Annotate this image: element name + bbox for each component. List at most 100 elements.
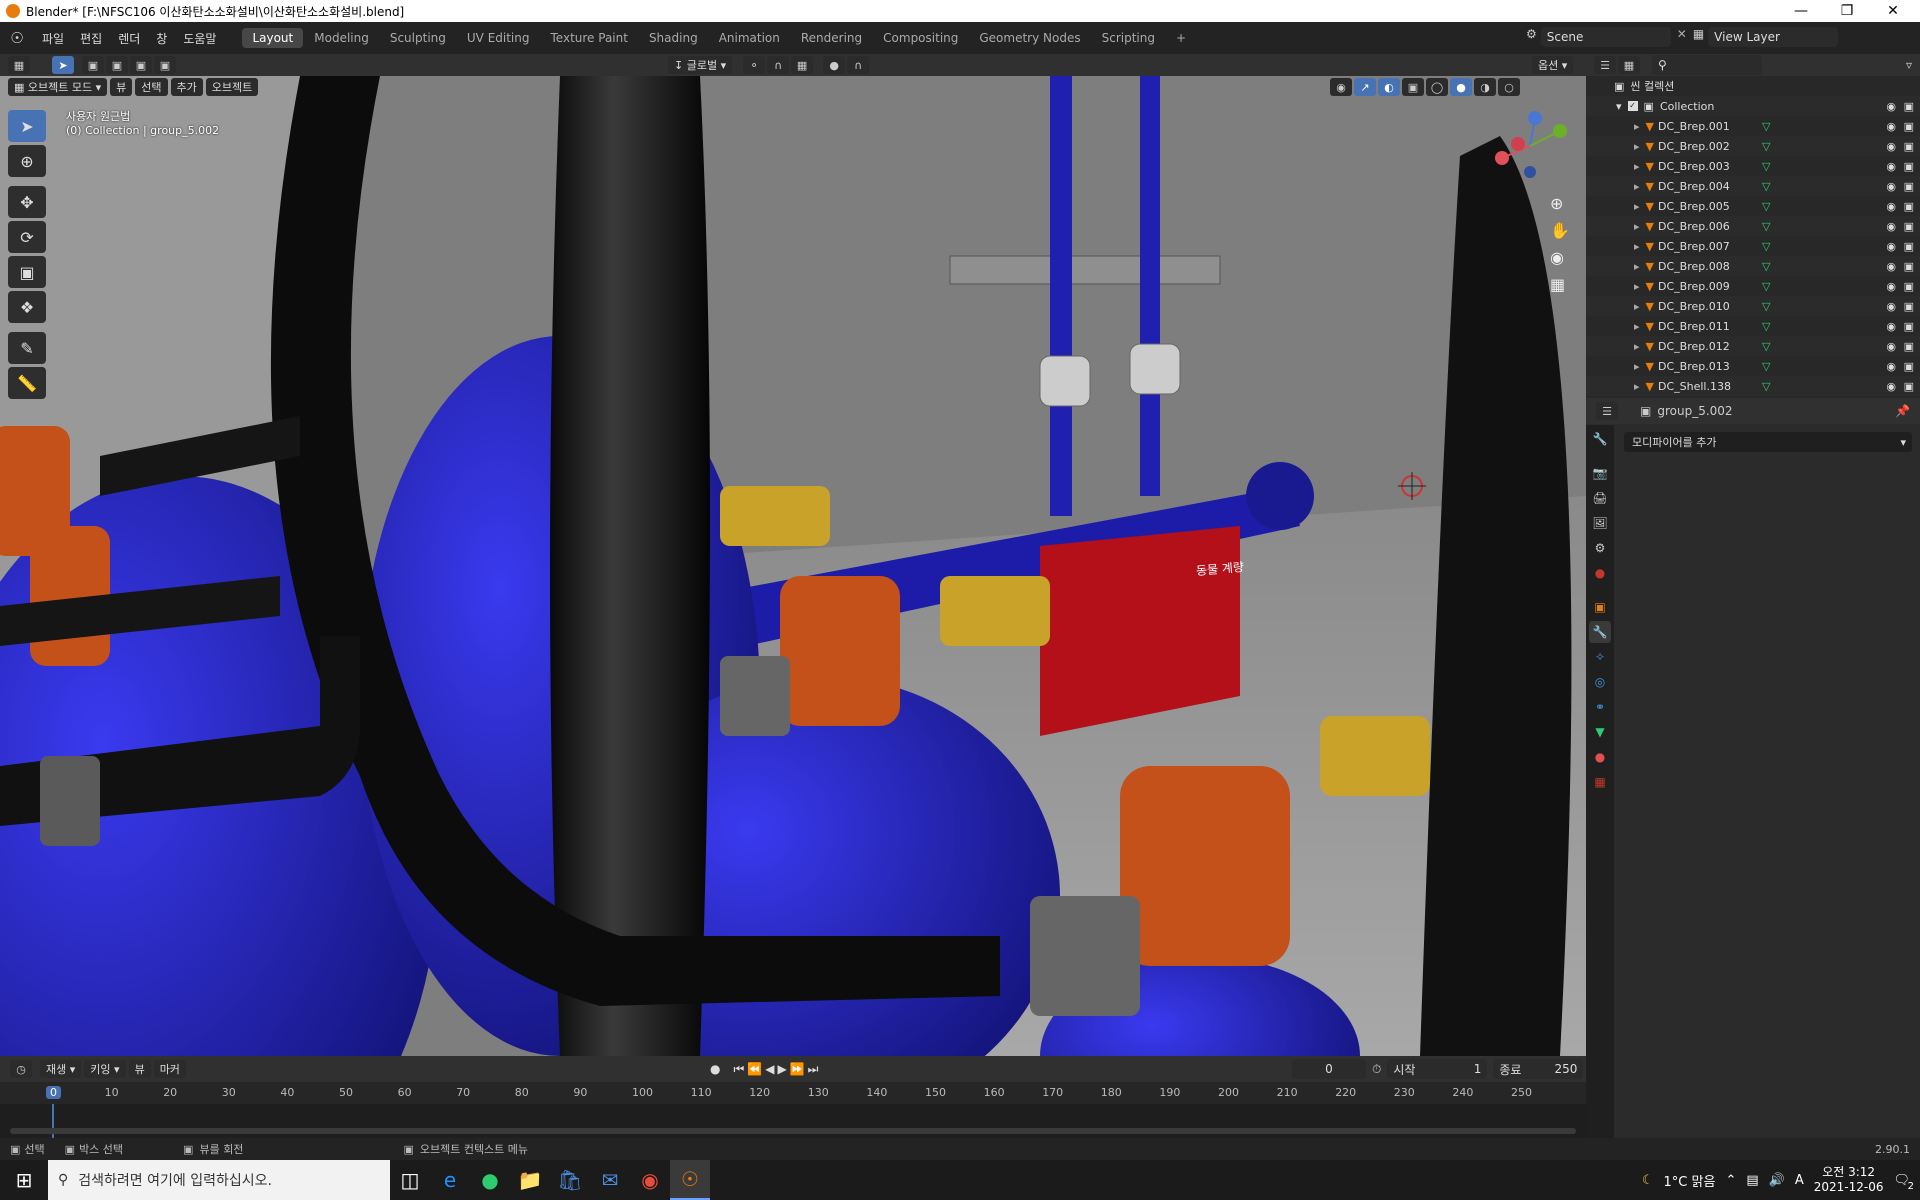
internet-explorer-icon[interactable]: e bbox=[430, 1160, 470, 1200]
tray-chevron-icon[interactable]: ⌃ bbox=[1725, 1173, 1736, 1188]
taskbar-search-input[interactable]: ⚲ 검색하려면 여기에 입력하십시오. bbox=[48, 1160, 390, 1200]
grid-perspective-icon[interactable]: ▦ bbox=[1550, 275, 1570, 294]
camera-render-icon[interactable]: ▣ bbox=[1904, 220, 1914, 233]
annotate-tool-icon[interactable]: ✎ bbox=[8, 332, 46, 364]
camera-render-icon[interactable]: ▣ bbox=[1904, 360, 1914, 373]
camera-render-icon[interactable]: ▣ bbox=[1904, 140, 1914, 153]
camera-render-icon[interactable]: ▣ bbox=[1904, 100, 1914, 113]
weather-text[interactable]: 1°C 맑음 bbox=[1664, 1171, 1716, 1190]
menu-view[interactable]: 뷰 bbox=[110, 78, 133, 96]
camera-render-icon[interactable]: ▣ bbox=[1904, 260, 1914, 273]
particles-tab-icon[interactable]: ✧ bbox=[1589, 646, 1611, 668]
expand-arrow-icon[interactable]: ▸ bbox=[1634, 140, 1640, 153]
scene-field[interactable]: Scene bbox=[1540, 27, 1671, 47]
expand-arrow-icon[interactable]: ▸ bbox=[1634, 120, 1640, 133]
proportional-edit-icon[interactable]: ● bbox=[823, 56, 846, 74]
play-icon[interactable]: ▶ bbox=[777, 1062, 786, 1077]
eye-icon[interactable]: ◉ bbox=[1886, 120, 1896, 133]
overlay-icon[interactable]: ◐ bbox=[1378, 78, 1400, 96]
camera-render-icon[interactable]: ▣ bbox=[1904, 380, 1914, 393]
mesh-data-icon[interactable]: ▽ bbox=[1762, 360, 1770, 373]
menu-select[interactable]: 선택 bbox=[135, 78, 168, 96]
camera-render-icon[interactable]: ▣ bbox=[1904, 300, 1914, 313]
collection-row[interactable]: ▾ ✓ ▣ Collection ◉ ▣ bbox=[1586, 96, 1920, 116]
measure-tool-icon[interactable]: 📏 bbox=[8, 367, 46, 399]
jump-start-icon[interactable]: ⏮ bbox=[733, 1062, 744, 1077]
expand-arrow-icon[interactable]: ▸ bbox=[1634, 360, 1640, 373]
rotate-tool-icon[interactable]: ⟳ bbox=[8, 221, 46, 253]
view-layer-icon[interactable]: ▦ bbox=[1693, 27, 1704, 47]
mesh-data-icon[interactable]: ▽ bbox=[1762, 180, 1770, 193]
view-layer-field[interactable]: View Layer bbox=[1708, 27, 1839, 47]
transform-orientation-dropdown[interactable]: ↧ 글로벌 ▾ bbox=[668, 56, 733, 74]
outliner-item[interactable]: ▸ ▼ DC_Brep.013 ▽ ◉ ▣ bbox=[1586, 356, 1920, 376]
tab-shading[interactable]: Shading bbox=[639, 28, 708, 48]
expand-arrow-icon[interactable]: ▸ bbox=[1634, 280, 1640, 293]
camera-render-icon[interactable]: ▣ bbox=[1904, 280, 1914, 293]
outliner-item[interactable]: ▸ ▼ DC_Shell.138 ▽ ◉ ▣ bbox=[1586, 376, 1920, 396]
wireframe-shading-icon[interactable]: ◯ bbox=[1426, 78, 1448, 96]
modifier-tab-icon[interactable]: 🔧 bbox=[1589, 621, 1611, 643]
mesh-data-icon[interactable]: ▽ bbox=[1762, 120, 1770, 133]
edge-icon[interactable]: ● bbox=[470, 1160, 510, 1200]
tab-rendering[interactable]: Rendering bbox=[791, 28, 872, 48]
keyframe-area[interactable] bbox=[0, 1104, 1586, 1138]
render-tab-icon[interactable]: 📷 bbox=[1589, 462, 1611, 484]
mesh-data-icon[interactable]: ▽ bbox=[1762, 340, 1770, 353]
eye-icon[interactable]: ◉ bbox=[1886, 380, 1896, 393]
tab-geometry-nodes[interactable]: Geometry Nodes bbox=[969, 28, 1090, 48]
falloff-icon[interactable]: ∩ bbox=[847, 56, 870, 74]
mail-icon[interactable]: ✉ bbox=[590, 1160, 630, 1200]
material-shading-icon[interactable]: ◑ bbox=[1474, 78, 1496, 96]
camera-render-icon[interactable]: ▣ bbox=[1904, 160, 1914, 173]
box-mode-extend-icon[interactable]: ▣ bbox=[106, 56, 128, 74]
mesh-data-icon[interactable]: ▽ bbox=[1762, 320, 1770, 333]
eye-icon[interactable]: ◉ bbox=[1886, 140, 1896, 153]
expand-arrow-icon[interactable]: ▸ bbox=[1634, 380, 1640, 393]
outliner-item[interactable]: ▸ ▼ DC_Brep.007 ▽ ◉ ▣ bbox=[1586, 236, 1920, 256]
view-layer-tab-icon[interactable]: 🖼 bbox=[1589, 512, 1611, 534]
expand-arrow-icon[interactable]: ▸ bbox=[1634, 180, 1640, 193]
box-mode-intersect-icon[interactable]: ▣ bbox=[154, 56, 176, 74]
notifications-icon[interactable]: 🗨 2 bbox=[1893, 1173, 1914, 1192]
camera-render-icon[interactable]: ▣ bbox=[1904, 240, 1914, 253]
ime-indicator[interactable]: A bbox=[1795, 1173, 1804, 1188]
scale-tool-icon[interactable]: ▣ bbox=[8, 256, 46, 288]
properties-editor-icon[interactable]: ☰ bbox=[1596, 402, 1618, 420]
store-icon[interactable]: 🛍 bbox=[550, 1160, 590, 1200]
outliner-item[interactable]: ▸ ▼ DC_Brep.002 ▽ ◉ ▣ bbox=[1586, 136, 1920, 156]
outliner-item[interactable]: ▸ ▼ DC_Brep.003 ▽ ◉ ▣ bbox=[1586, 156, 1920, 176]
expand-arrow-icon[interactable]: ▸ bbox=[1634, 320, 1640, 333]
xray-icon[interactable]: ▣ bbox=[1402, 78, 1424, 96]
navigation-gizmo[interactable] bbox=[1490, 106, 1570, 186]
3d-viewport[interactable]: ▦ 오브젝트 모드 ▾ 뷰 선택 추가 오브젝트 ◉ ↗ ◐ ▣ ◯ ● ◑ ○… bbox=[0, 76, 1586, 1056]
texture-tab-icon[interactable]: ▦ bbox=[1589, 771, 1611, 793]
outliner-item[interactable]: ▸ ▼ DC_Brep.008 ▽ ◉ ▣ bbox=[1586, 256, 1920, 276]
outliner-item[interactable]: ▸ ▼ DC_Brep.006 ▽ ◉ ▣ bbox=[1586, 216, 1920, 236]
outliner-item[interactable]: ▸ ▼ DC_Brep.011 ▽ ◉ ▣ bbox=[1586, 316, 1920, 336]
zoom-icon[interactable]: ⊕ bbox=[1550, 194, 1570, 213]
playback-menu[interactable]: 재생 ▾ bbox=[40, 1060, 82, 1078]
outliner-item[interactable]: ▸ ▼ DC_Brep.005 ▽ ◉ ▣ bbox=[1586, 196, 1920, 216]
eye-icon[interactable]: ◉ bbox=[1886, 320, 1896, 333]
camera-render-icon[interactable]: ▣ bbox=[1904, 180, 1914, 193]
tab-sculpting[interactable]: Sculpting bbox=[380, 28, 456, 48]
transform-tool-icon[interactable]: ❖ bbox=[8, 291, 46, 323]
mesh-data-icon[interactable]: ▽ bbox=[1762, 200, 1770, 213]
blender-taskbar-icon[interactable]: ☉ bbox=[670, 1160, 710, 1200]
expand-arrow-icon[interactable]: ▸ bbox=[1634, 220, 1640, 233]
tab-uv-editing[interactable]: UV Editing bbox=[457, 28, 540, 48]
menu-render[interactable]: 렌더 bbox=[110, 30, 148, 47]
physics-tab-icon[interactable]: ◎ bbox=[1589, 671, 1611, 693]
eye-icon[interactable]: ◉ bbox=[1886, 360, 1896, 373]
expand-arrow-icon[interactable]: ▸ bbox=[1634, 260, 1640, 273]
maximize-button[interactable]: ❐ bbox=[1824, 0, 1870, 22]
expand-arrow-icon[interactable]: ▸ bbox=[1634, 300, 1640, 313]
frame-ruler[interactable]: 0 10 20 30 40 50 60 70 80 90 100 110 120 130 140 150 160… bbox=[0, 1082, 1586, 1104]
select-mode-icon[interactable]: ➤ bbox=[52, 56, 74, 74]
data-tab-icon[interactable]: ▼ bbox=[1589, 721, 1611, 743]
camera-render-icon[interactable]: ▣ bbox=[1904, 120, 1914, 133]
gizmo-icon[interactable]: ↗ bbox=[1354, 78, 1376, 96]
play-reverse-icon[interactable]: ◀ bbox=[765, 1062, 774, 1077]
filter-icon[interactable]: ▿ bbox=[1906, 58, 1912, 72]
